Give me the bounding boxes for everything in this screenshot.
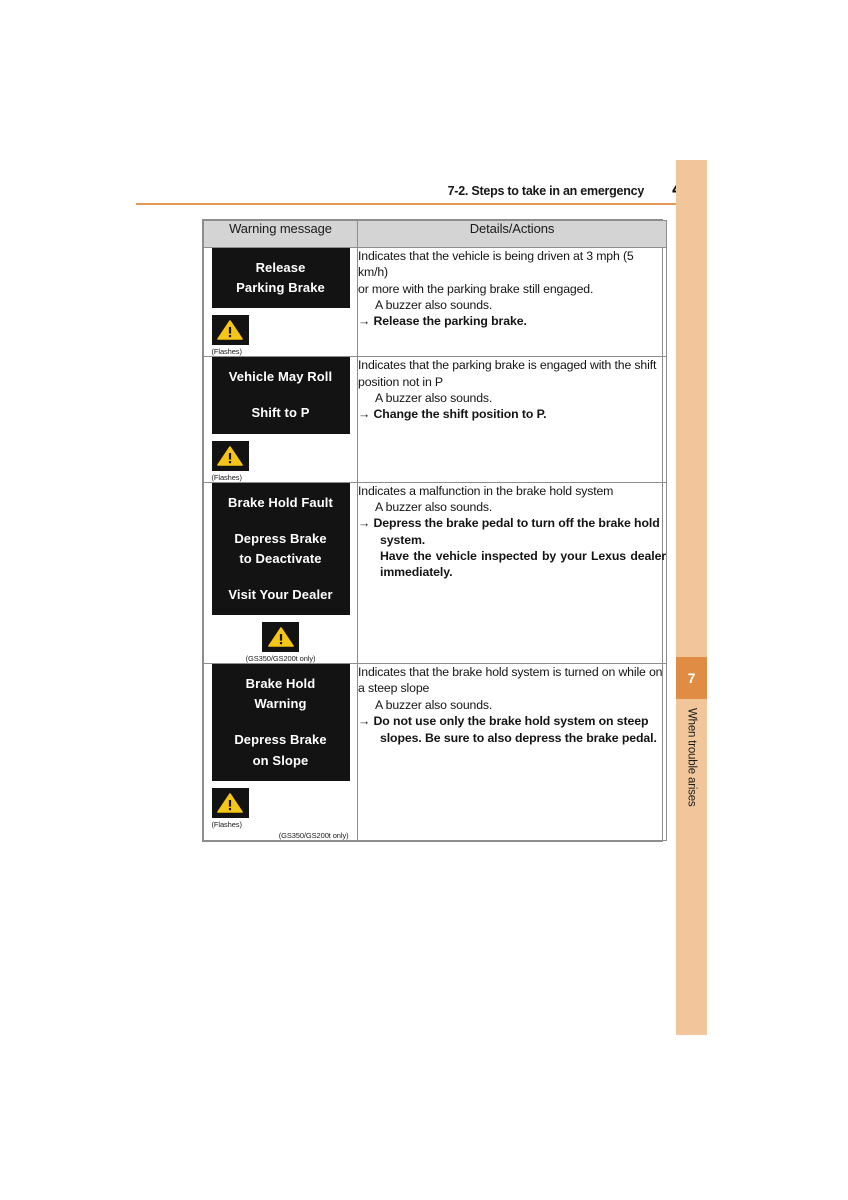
instrument-display-panel: Vehicle May Roll Shift to P [211,357,350,434]
buzzer-note: A buzzer also sounds. [375,390,493,405]
table-row: Brake Hold Fault Depress Brake to Deacti… [203,481,667,665]
display-line: Brake Hold [245,676,316,692]
chapter-label: When trouble arises [676,708,707,968]
caption-model: (GS350/GS200t only) [245,654,316,664]
details-line: position not in P [358,374,443,389]
display-line: Warning [254,696,307,712]
warning-message-cell: Vehicle May Roll Shift to P (Flashes) [203,356,358,483]
display-line: Depress Brake [234,732,327,748]
action-text: Depress the brake pedal to turn off the … [373,516,660,531]
warning-message-cell: Release Parking Brake (Flashes) [203,246,358,358]
warning-triangle-icon [262,622,299,653]
warning-triangle-icon [211,787,249,818]
action-item: → Depress the brake pedal to turn off th… [358,515,666,531]
arrow-glyph: → [358,714,371,729]
action-text: Change the shift position to P. [373,407,547,422]
instrument-display-panel: Release Parking Brake [211,248,350,309]
action-item: → Release the parking brake. [358,313,666,329]
column-header-warning-message: Warning message [203,220,358,248]
display-line: to Deactivate [239,550,322,566]
instrument-display-panel: Brake Hold Warning Depress Brake on Slop… [211,664,350,781]
action-item: → Do not use only the brake hold system … [358,713,666,729]
details-text: Indicates that the vehicle is being driv… [358,248,666,330]
details-actions-cell: Indicates that the vehicle is being driv… [357,246,667,358]
display-line: on Slope [252,752,309,768]
display-line: Parking Brake [236,280,325,296]
chapter-label-text: When trouble arises [685,708,698,807]
action-continuation: system. [380,532,426,547]
display-line: Vehicle May Roll [228,369,333,385]
icon-row [211,787,350,818]
display-gap [216,569,346,585]
display-gap [216,714,346,730]
caption-flashes: (Flashes) [211,347,242,357]
arrow-glyph: → [358,516,371,531]
buzzer-note: A buzzer also sounds. [375,697,493,712]
table-row: Release Parking Brake (Flashes) Indicate… [203,246,667,358]
arrow-glyph: → [358,314,371,329]
details-text: Indicates that the brake hold system is … [358,664,666,746]
action-item: → Change the shift position to P. [358,406,666,422]
section-title: 7-2. Steps to take in an emergency [447,184,645,198]
chapter-side-tab: 7 When trouble arises [676,160,707,1035]
details-text: Indicates that the parking brake is enga… [358,357,666,422]
details-line: Indicates that the parking brake is enga… [358,358,657,373]
buzzer-note: A buzzer also sounds. [375,499,493,514]
caption-flashes: (Flashes) [211,472,242,482]
running-head: 7-2. Steps to take in an emergency 463 [136,178,707,204]
action-continuation: slopes. Be sure to also depress the brak… [380,730,657,745]
details-line: or more with the parking brake still eng… [358,281,594,296]
warning-triangle-icon [211,440,249,471]
icon-row [211,315,350,346]
warning-message-cell: Brake Hold Warning Depress Brake on Slop… [203,663,358,841]
arrow-glyph: → [358,407,371,422]
caption-model: (GS350/GS200t only) [278,830,349,840]
display-line: Release [255,260,306,275]
display-gap [216,387,346,403]
warning-message-table: Warning message Details/Actions Release … [202,219,667,842]
action-continuation: Have the vehicle inspected by your Lexus… [380,548,666,580]
icon-row [212,622,350,653]
details-actions-cell: Indicates that the brake hold system is … [357,663,667,841]
details-line: Indicates that the vehicle is being driv… [358,249,634,280]
table-header-row: Warning message Details/Actions [203,220,667,248]
details-line: a steep slope [358,681,430,696]
display-line: Depress Brake [234,530,327,546]
chapter-number: 7 [676,657,707,699]
details-actions-cell: Indicates that the parking brake is enga… [357,356,667,483]
display-line: Brake Hold Fault [228,494,333,510]
icon-row [211,440,350,471]
action-text: Do not use only the brake hold system on… [373,714,649,729]
warning-triangle-icon [211,315,249,346]
instrument-display-panel: Brake Hold Fault Depress Brake to Deacti… [211,482,350,616]
action-text: Release the parking brake. [373,314,527,329]
details-line: Indicates a malfunction in the brake hol… [358,483,614,498]
header-rule [136,203,707,206]
table-row: Vehicle May Roll Shift to P (Flashes) In… [203,356,667,483]
buzzer-note: A buzzer also sounds. [375,298,493,313]
warning-message-cell: Brake Hold Fault Depress Brake to Deacti… [203,481,358,665]
details-line: Indicates that the brake hold system is … [358,665,663,680]
display-gap [216,513,346,529]
details-actions-cell: Indicates a malfunction in the brake hol… [357,481,667,665]
column-header-details-actions: Details/Actions [357,220,667,248]
caption-flashes: (Flashes) [211,819,242,829]
table-row: Brake Hold Warning Depress Brake on Slop… [203,663,667,841]
details-text: Indicates a malfunction in the brake hol… [358,483,666,581]
display-line: Shift to P [251,405,310,421]
display-line: Visit Your Dealer [228,586,333,602]
